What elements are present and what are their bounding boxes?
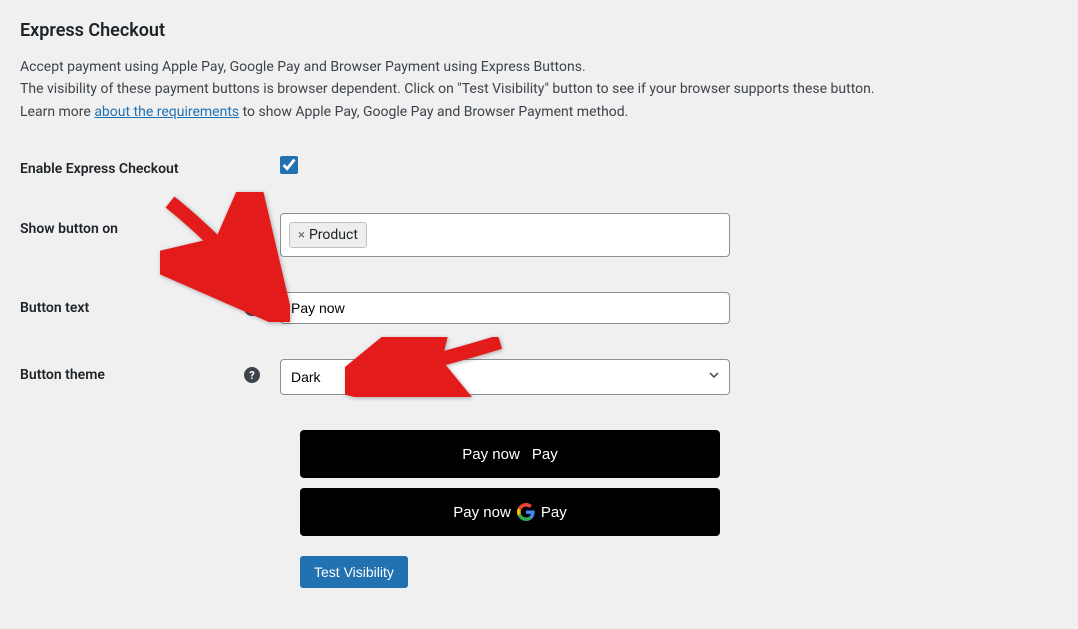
label-button-text: Button text ? <box>20 292 280 316</box>
preview-section: Pay now Pay Pay now Pay Test Visibility <box>300 430 720 588</box>
google-g-icon <box>517 503 535 521</box>
desc-line-1: Accept payment using Apple Pay, Google P… <box>20 59 586 75</box>
label-show-on-text: Show button on <box>20 221 118 237</box>
help-icon[interactable]: ? <box>244 300 260 316</box>
settings-form: Enable Express Checkout Show button on ?… <box>20 153 1058 395</box>
label-show-on: Show button on ? <box>20 213 280 237</box>
row-enable: Enable Express Checkout <box>20 153 1058 178</box>
row-button-text: Button text ? <box>20 292 1058 324</box>
label-enable: Enable Express Checkout <box>20 153 280 177</box>
tag-label: Product <box>309 227 358 243</box>
google-pay-brand: Pay <box>541 504 567 521</box>
tag-remove-icon[interactable]: × <box>298 228 305 243</box>
apple-pay-button[interactable]: Pay now Pay <box>300 430 720 478</box>
help-icon[interactable]: ? <box>244 367 260 383</box>
label-button-text-text: Button text <box>20 300 89 316</box>
test-visibility-button[interactable]: Test Visibility <box>300 556 408 588</box>
row-show-on: Show button on ? × Product <box>20 213 1058 257</box>
apple-pay-prefix: Pay now <box>462 446 520 463</box>
label-button-theme-text: Button theme <box>20 367 105 383</box>
desc-line-3a: Learn more <box>20 104 94 120</box>
google-pay-prefix: Pay now <box>453 504 511 521</box>
tag-product: × Product <box>289 222 367 248</box>
page-title: Express Checkout <box>20 20 1058 41</box>
button-theme-select[interactable]: Dark <box>280 359 730 395</box>
requirements-link[interactable]: about the requirements <box>94 104 239 120</box>
label-button-theme: Button theme ? <box>20 359 280 383</box>
show-on-tags-input[interactable]: × Product <box>280 213 730 257</box>
desc-line-2: The visibility of these payment buttons … <box>20 81 875 97</box>
desc-line-3b: to show Apple Pay, Google Pay and Browse… <box>239 104 628 120</box>
description-block: Accept payment using Apple Pay, Google P… <box>20 56 1058 123</box>
apple-pay-brand: Pay <box>532 446 558 463</box>
label-enable-text: Enable Express Checkout <box>20 161 179 177</box>
help-icon[interactable]: ? <box>244 221 260 237</box>
row-button-theme: Button theme ? Dark <box>20 359 1058 395</box>
button-text-input[interactable] <box>280 292 730 324</box>
enable-checkbox[interactable] <box>280 156 298 174</box>
google-pay-button[interactable]: Pay now Pay <box>300 488 720 536</box>
